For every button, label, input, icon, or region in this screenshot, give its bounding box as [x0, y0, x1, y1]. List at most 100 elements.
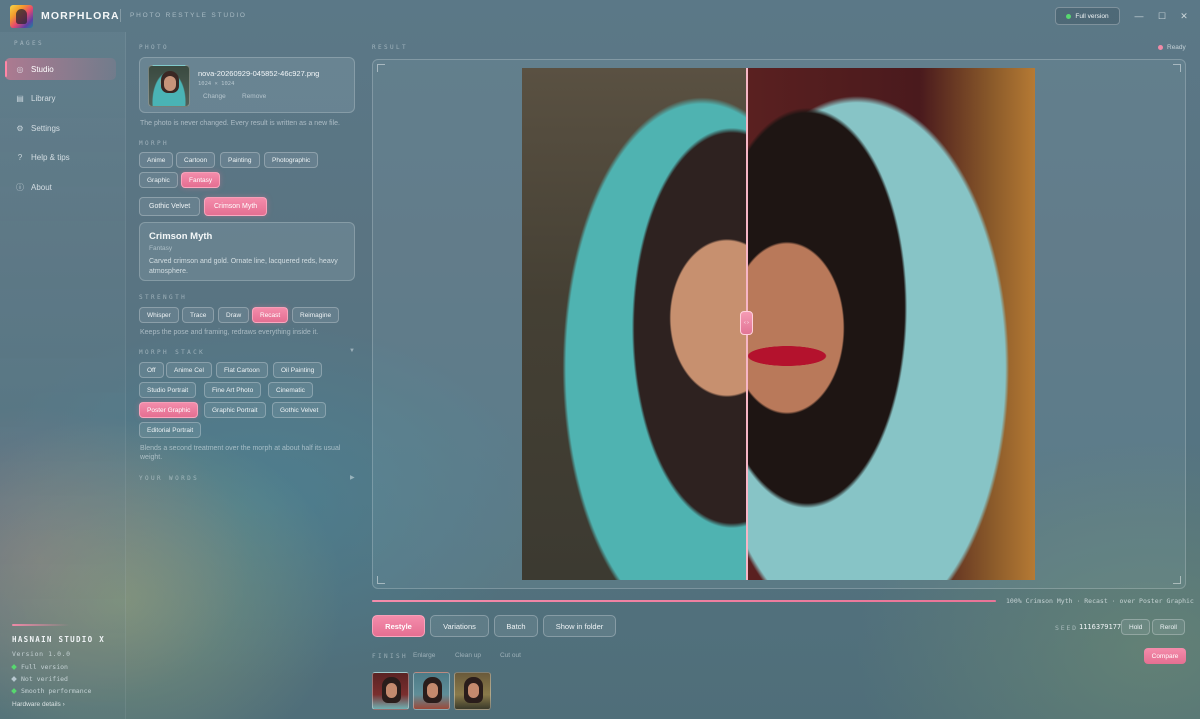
frame-corner	[1173, 64, 1181, 72]
stack-fine-art-photo[interactable]: Fine Art Photo	[204, 382, 262, 398]
app-logo-icon	[10, 5, 33, 28]
history-thumbnail[interactable]	[372, 672, 409, 710]
full-version-label: Full version	[1075, 12, 1109, 20]
restyle-button[interactable]: Restyle	[372, 615, 425, 637]
status-label: Full version	[21, 663, 68, 671]
photo-dimensions: 1024 × 1024	[198, 81, 235, 87]
frame-corner	[1173, 576, 1181, 584]
stack-gothic-velvet[interactable]: Gothic Velvet	[272, 402, 327, 418]
status-dot-icon	[1066, 13, 1072, 19]
sidebar-item-library[interactable]: ▤ Library	[5, 87, 116, 109]
status-label: Smooth performance	[21, 687, 92, 695]
frame-corner	[377, 64, 385, 72]
strength-note: Keeps the pose and framing, redraws ever…	[140, 329, 319, 336]
stack-studio-portrait[interactable]: Studio Portrait	[139, 382, 197, 398]
status-performance: Smooth performance	[11, 687, 92, 695]
sidebar-item-settings[interactable]: ⚙ Settings	[5, 117, 116, 139]
full-version-badge[interactable]: Full version	[1055, 7, 1120, 25]
style-crimson-myth[interactable]: Crimson Myth	[204, 197, 268, 216]
stack-anime-cel[interactable]: Anime Cel	[166, 362, 212, 378]
photo-card: nova-20260929-045852-46c927.png 1024 × 1…	[139, 57, 355, 113]
chevron-right-icon[interactable]: ▶	[350, 474, 355, 481]
stack-editorial-portrait[interactable]: Editorial Portrait	[139, 422, 202, 438]
seed-label: SEED	[1055, 624, 1078, 632]
batch-button[interactable]: Batch	[494, 615, 538, 637]
morph-category-graphic[interactable]: Graphic	[139, 172, 178, 188]
restyled-image	[747, 68, 1035, 580]
strength-recast[interactable]: Recast	[252, 307, 289, 323]
comparison-image[interactable]	[522, 68, 1035, 580]
status-not-verified: Not verified	[11, 675, 68, 683]
morph-category-cartoon[interactable]: Cartoon	[176, 152, 216, 168]
show-in-folder-button[interactable]: Show in folder	[543, 615, 616, 637]
result-section-label: RESULT	[372, 44, 409, 51]
morph-category-painting[interactable]: Painting	[220, 152, 260, 168]
diamond-icon	[11, 664, 17, 670]
sidebar-item-studio[interactable]: ◎ Studio	[5, 58, 116, 80]
progress-text: 100% Crimson Myth · Recast · over Poster…	[1006, 597, 1194, 605]
finish-enlarge[interactable]: Enlarge	[413, 652, 435, 659]
comparison-slider-handle[interactable]: ‹ ›	[740, 311, 753, 335]
diamond-icon	[11, 688, 17, 694]
hardware-details-link[interactable]: Hardware details ›	[12, 701, 65, 708]
stack-cinematic[interactable]: Cinematic	[268, 382, 313, 398]
remove-photo-button[interactable]: Remove	[242, 93, 266, 100]
pages-section-label: PAGES	[14, 40, 45, 47]
history-thumbnail[interactable]	[413, 672, 450, 710]
morph-category-anime[interactable]: Anime	[139, 152, 174, 168]
strength-reimagine[interactable]: Reimagine	[292, 307, 340, 323]
style-detail-description: Carved crimson and gold. Ornate line, la…	[149, 258, 338, 275]
studio-icon: ◎	[16, 64, 24, 74]
sidebar: PAGES ◎ Studio ▤ Library ⚙ Settings ? He…	[0, 32, 126, 719]
studio-accent-bar	[12, 624, 70, 626]
style-detail-category: Fantasy	[149, 245, 173, 252]
style-detail-title: Crimson Myth	[149, 231, 213, 242]
variations-button[interactable]: Variations	[430, 615, 489, 637]
progress-fill	[372, 600, 996, 602]
title-separator	[120, 9, 121, 22]
photo-filename: nova-20260929-045852-46c927.png	[198, 69, 320, 78]
maximize-icon[interactable]: ☐	[1155, 9, 1169, 23]
frame-corner	[377, 576, 385, 584]
photo-note: The photo is never changed. Every result…	[140, 120, 340, 127]
reroll-seed-button[interactable]: Reroll	[1152, 619, 1185, 635]
finish-section-label: FINISH	[372, 653, 409, 660]
stack-flat-cartoon[interactable]: Flat Cartoon	[216, 362, 268, 378]
morph-section-label: MORPH	[139, 140, 170, 147]
stack-graphic-portrait[interactable]: Graphic Portrait	[204, 402, 266, 418]
status-dot-icon	[1158, 45, 1163, 50]
progress-bar	[372, 600, 996, 602]
history-thumbnail[interactable]	[454, 672, 491, 710]
sidebar-item-about[interactable]: ⓘ About	[5, 176, 116, 198]
stack-oil-painting[interactable]: Oil Painting	[273, 362, 323, 378]
studio-name: HASNAIN STUDIO X	[12, 635, 106, 644]
sidebar-item-label: Help & tips	[31, 152, 70, 162]
change-photo-button[interactable]: Change	[203, 93, 226, 100]
morph-category-fantasy[interactable]: Fantasy	[181, 172, 221, 188]
minimize-icon[interactable]: —	[1132, 9, 1146, 23]
compare-button[interactable]: Compare	[1144, 648, 1186, 664]
morph-category-photographic[interactable]: Photographic	[264, 152, 319, 168]
stack-off[interactable]: Off	[139, 362, 164, 378]
finish-cut-out[interactable]: Cut out	[500, 652, 521, 659]
style-gothic-velvet[interactable]: Gothic Velvet	[139, 197, 201, 216]
title-bar: MORPHLORA PHOTO RESTYLE STUDIO Full vers…	[0, 0, 1200, 32]
sidebar-item-help[interactable]: ? Help & tips	[5, 146, 116, 168]
hold-seed-button[interactable]: Hold	[1121, 619, 1151, 635]
stack-poster-graphic[interactable]: Poster Graphic	[139, 402, 199, 418]
seed-value: 1116379177	[1079, 623, 1122, 631]
chevron-down-icon[interactable]: ▼	[349, 348, 355, 354]
strength-whisper[interactable]: Whisper	[139, 307, 179, 323]
status-full-version: Full version	[11, 663, 68, 671]
finish-clean-up[interactable]: Clean up	[455, 652, 481, 659]
app-brand: MORPHLORA	[41, 10, 120, 22]
version-text: Version 1.0.0	[12, 650, 71, 658]
strength-section-label: STRENGTH	[139, 294, 188, 301]
close-icon[interactable]: ✕	[1177, 9, 1191, 23]
strength-draw[interactable]: Draw	[218, 307, 250, 323]
gear-icon: ⚙	[16, 123, 24, 133]
info-icon: ⓘ	[16, 182, 24, 192]
app-subtitle: PHOTO RESTYLE STUDIO	[130, 12, 247, 19]
sidebar-item-label: About	[31, 182, 52, 192]
strength-trace[interactable]: Trace	[182, 307, 215, 323]
